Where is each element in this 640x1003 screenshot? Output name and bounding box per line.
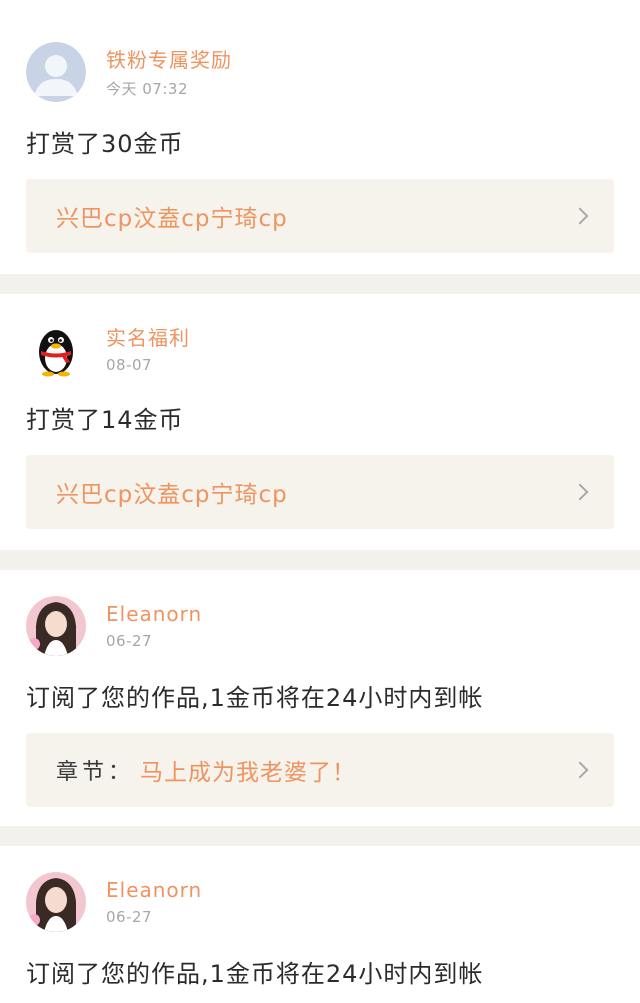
subscribe-item: Eleanorn 06-27 订阅了您的作品,1金币将在24小时内到帐 章节： …: [0, 570, 640, 826]
username[interactable]: 实名福利: [106, 326, 190, 350]
work-link-card[interactable]: 兴巴cp汶盍cp宁琦cp: [26, 455, 614, 529]
subscribe-item: Eleanorn 06-27 订阅了您的作品,1金币将在24小时内到帐: [0, 846, 640, 1003]
username[interactable]: Eleanorn: [106, 878, 202, 902]
section-divider: [0, 826, 640, 846]
chevron-right-icon: [571, 761, 589, 779]
chapter-label: 章节：: [56, 760, 135, 785]
work-title: 兴巴cp汶盍cp宁琦cp: [56, 206, 288, 232]
timestamp: 08-07: [106, 356, 153, 374]
chapter-link-card[interactable]: 章节： 马上成为我老婆了！: [26, 733, 614, 807]
action-text: 订阅了您的作品,1金币将在24小时内到帐: [26, 684, 484, 712]
chevron-right-icon: [571, 483, 589, 501]
action-text: 打赏了30金币: [26, 130, 184, 158]
action-text: 订阅了您的作品,1金币将在24小时内到帐: [26, 960, 484, 988]
timestamp: 今天 07:32: [106, 80, 188, 98]
qq-penguin-icon[interactable]: [26, 320, 86, 380]
work-link-card[interactable]: 兴巴cp汶盍cp宁琦cp: [26, 179, 614, 253]
chevron-right-icon: [571, 207, 589, 225]
section-divider: [0, 274, 640, 294]
action-text: 打赏了14金币: [26, 406, 184, 434]
chapter-title: 马上成为我老婆了！: [140, 760, 357, 786]
user-photo-avatar[interactable]: [26, 872, 86, 932]
work-title: 兴巴cp汶盍cp宁琦cp: [56, 482, 288, 508]
username[interactable]: 铁粉专属奖励: [106, 48, 232, 72]
user-photo-avatar[interactable]: [26, 596, 86, 656]
timestamp: 06-27: [106, 908, 153, 926]
default-avatar-icon[interactable]: [26, 42, 86, 102]
reward-item: 铁粉专属奖励 今天 07:32 打赏了30金币 兴巴cp汶盍cp宁琦cp: [0, 0, 640, 274]
reward-item: 实名福利 08-07 打赏了14金币 兴巴cp汶盍cp宁琦cp: [0, 294, 640, 550]
timestamp: 06-27: [106, 632, 153, 650]
username[interactable]: Eleanorn: [106, 602, 202, 626]
section-divider: [0, 550, 640, 570]
